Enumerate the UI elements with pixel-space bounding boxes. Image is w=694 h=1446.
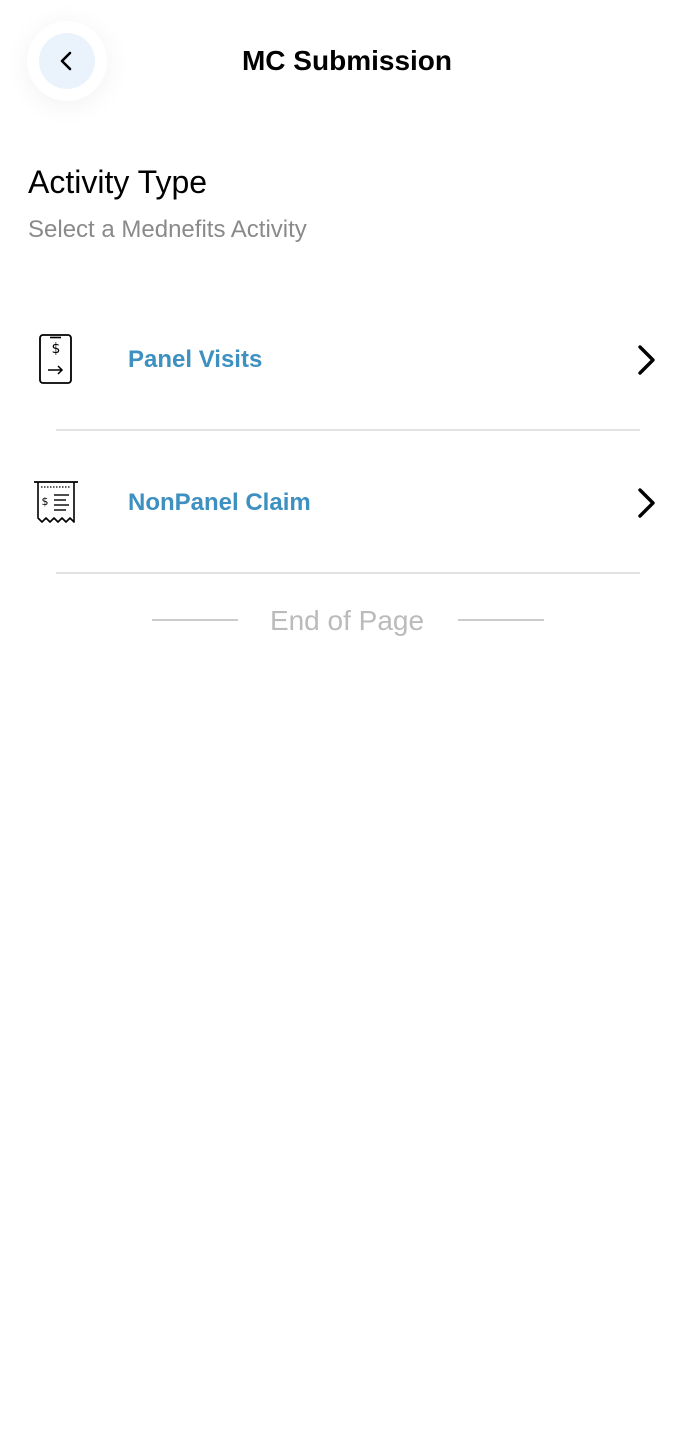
- svg-text:$: $: [42, 495, 49, 508]
- svg-text:$: $: [52, 341, 61, 357]
- app-header: MC Submission: [0, 0, 694, 120]
- phone-payment-icon: $: [39, 334, 72, 384]
- activity-item-nonpanel-claim[interactable]: $ NonPanel Claim: [0, 458, 694, 548]
- activity-label: Panel Visits: [128, 346, 263, 373]
- page-title: MC Submission: [241, 45, 452, 76]
- activity-label: NonPanel Claim: [128, 489, 311, 516]
- divider: [56, 572, 640, 574]
- activity-item-panel-visits[interactable]: $ Panel Visits: [0, 315, 694, 405]
- divider: [56, 429, 640, 431]
- end-of-page-line-right: [458, 619, 544, 621]
- section-title: Activity Type: [28, 164, 208, 200]
- end-of-page-label: End of Page: [269, 605, 425, 636]
- section-subtitle: Select a Mednefits Activity: [28, 216, 307, 243]
- receipt-icon: $: [34, 481, 78, 523]
- chevron-right-icon: [638, 345, 655, 375]
- chevron-right-icon: [638, 488, 655, 518]
